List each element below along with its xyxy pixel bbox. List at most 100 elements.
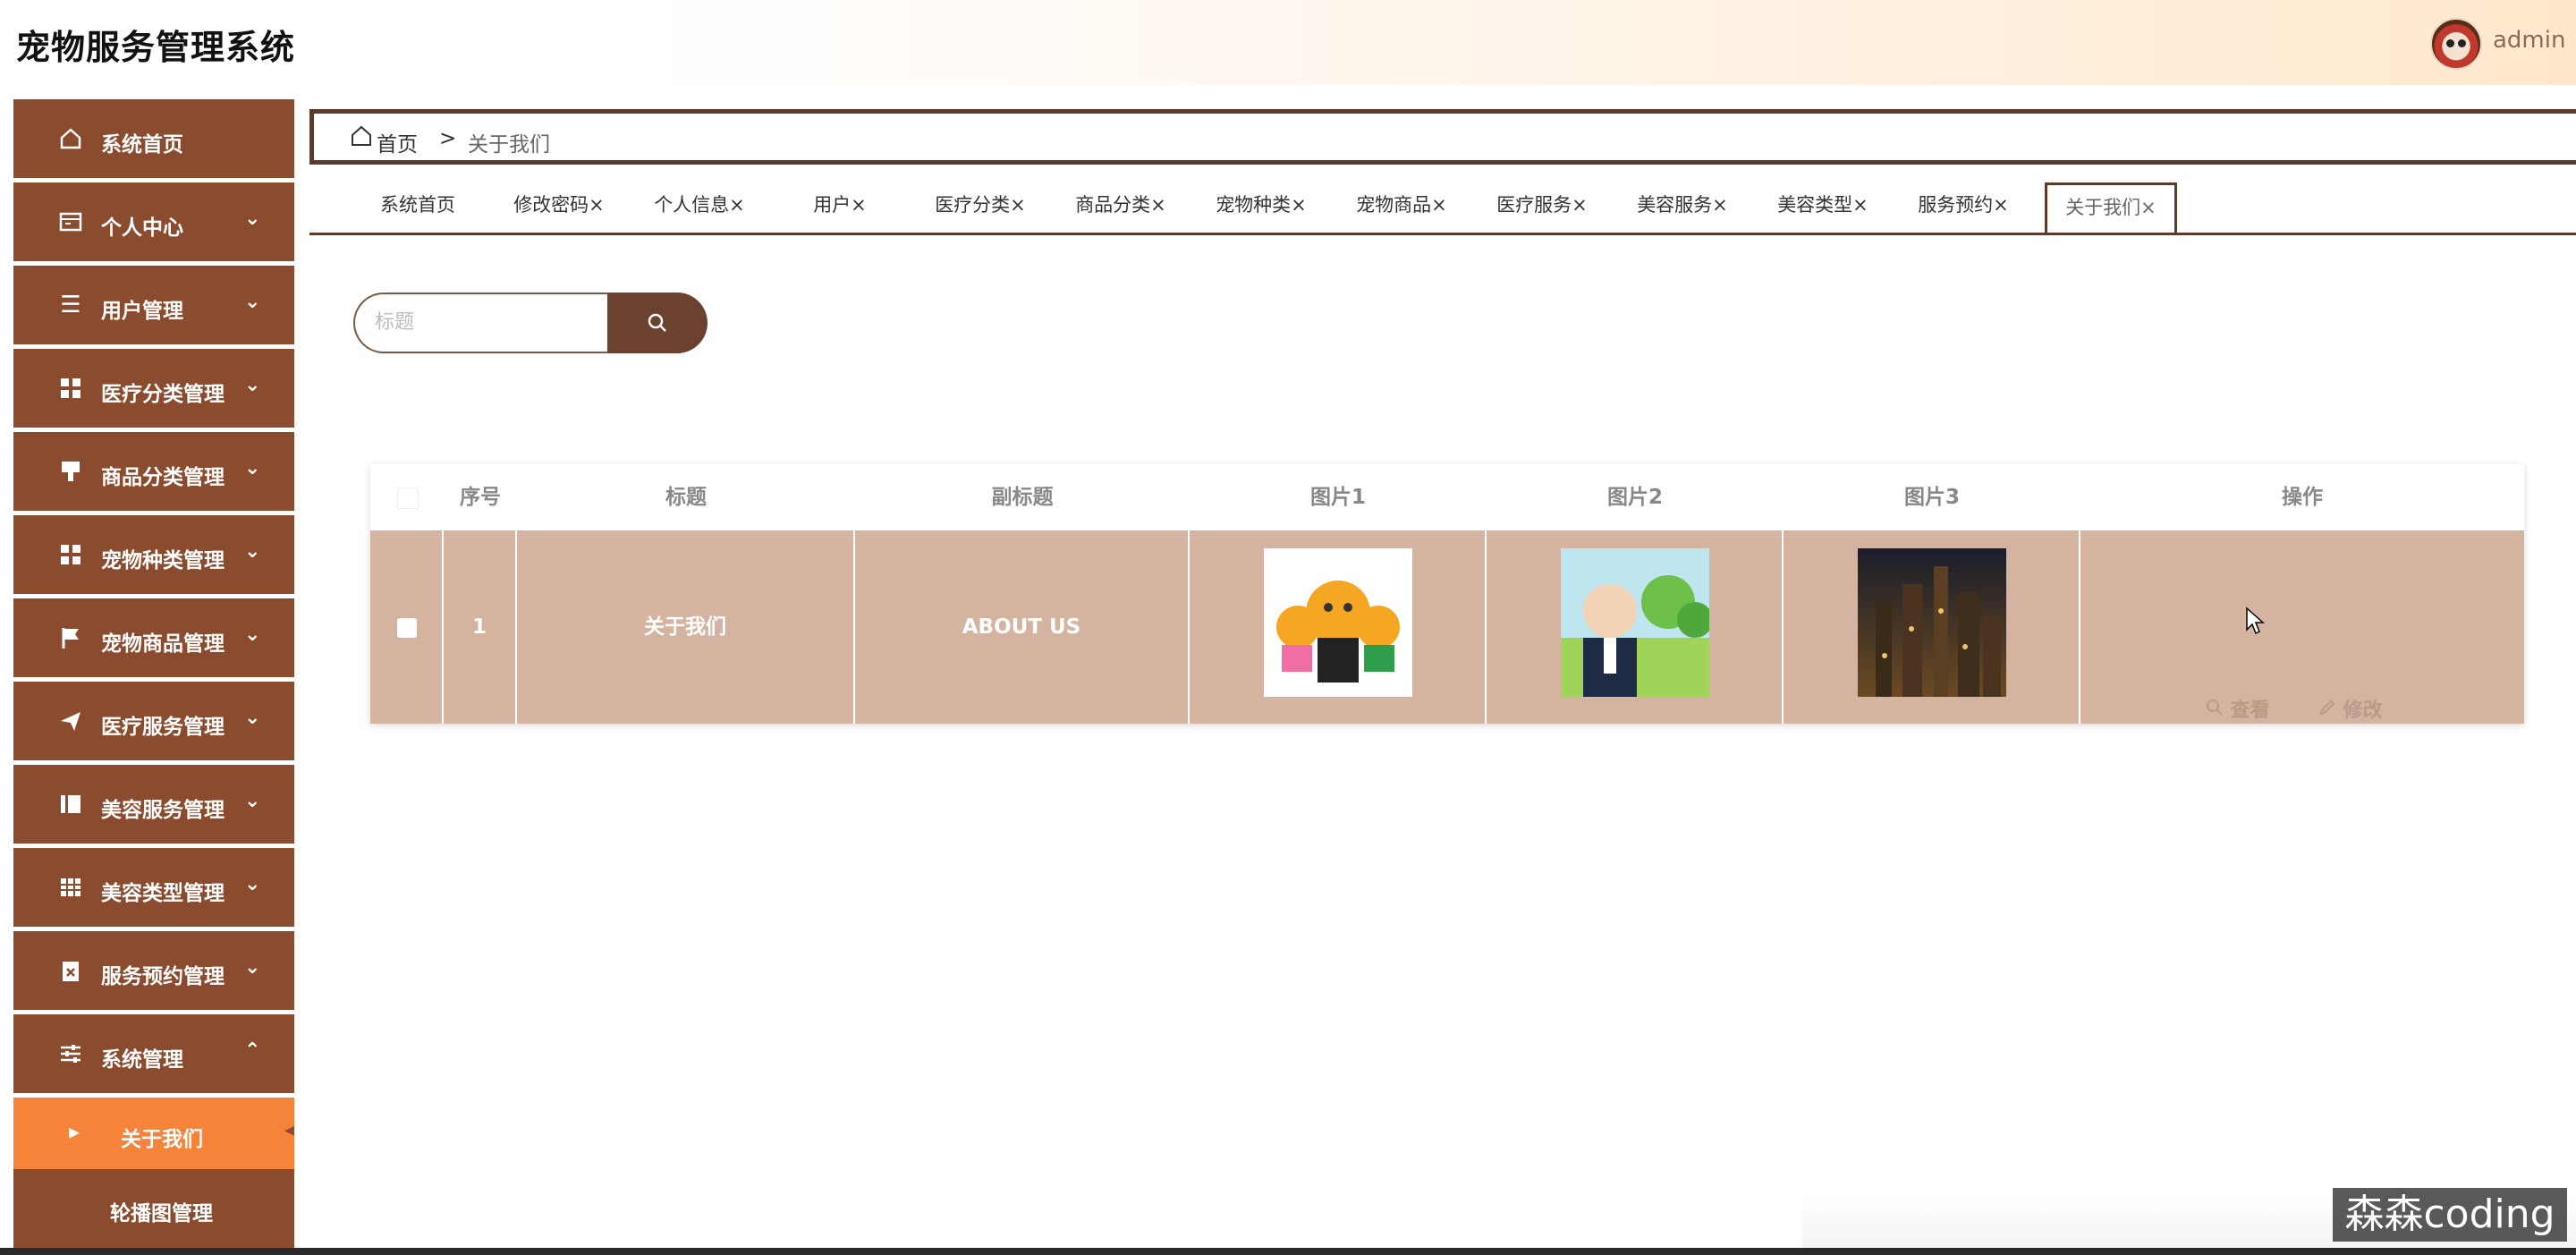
sidebar-item-personal-center[interactable]: 个人中心 ⌄	[13, 182, 294, 261]
tab-home[interactable]: 系统首页	[363, 182, 472, 227]
sidebar-item-goods-category[interactable]: 商品分类管理 ⌄	[13, 432, 294, 511]
tab-beauty-service[interactable]: 美容服务×	[1628, 182, 1737, 227]
column-header-index: 序号	[460, 486, 501, 509]
cell-actions: 查看 修改	[2080, 530, 2524, 724]
sidebar-item-system[interactable]: 系统管理 ⌃	[13, 1014, 294, 1093]
search-icon	[646, 311, 669, 338]
search-input[interactable]: 标题	[353, 293, 608, 353]
cell-image3	[1784, 530, 2080, 724]
watermark: 森森coding	[2333, 1188, 2567, 1242]
sidebar-item-medical-service[interactable]: 医疗服务管理 ⌄	[13, 682, 294, 760]
sidebar-subitem-label: 轮播图管理	[110, 1202, 213, 1225]
column-header-image2: 图片2	[1606, 486, 1663, 509]
breadcrumb-current: 关于我们	[468, 133, 550, 157]
sidebar-item-home[interactable]: 系统首页	[13, 99, 294, 178]
table-header: 序号 标题 副标题 图片1 图片2 图片3 操作	[370, 464, 2524, 530]
home-icon	[58, 126, 83, 151]
sidebar-item-label: 美容服务管理	[101, 799, 225, 822]
column-header-subtitle: 副标题	[991, 486, 1054, 509]
chevron-down-icon: ⌄	[244, 956, 261, 979]
tab-bar: 系统首页 修改密码× 个人信息× 用户× 医疗分类× 商品分类× 宠物种类× 宠…	[309, 179, 2576, 235]
tab-pet-species[interactable]: 宠物种类×	[1207, 182, 1316, 227]
sidebar-item-medical-category[interactable]: 医疗分类管理 ⌄	[13, 349, 294, 428]
breadcrumb-home[interactable]: 首页	[377, 127, 418, 157]
image2-thumbnail[interactable]	[1561, 548, 1713, 697]
grid-icon	[58, 376, 83, 401]
sidebar-item-label: 医疗分类管理	[101, 383, 225, 406]
mouse-cursor-icon	[2245, 606, 2267, 639]
sidebar-item-label: 系统管理	[101, 1048, 183, 1072]
chevron-down-icon: ⌄	[244, 540, 261, 563]
home-icon	[350, 124, 373, 154]
send-icon	[58, 708, 83, 733]
breadcrumb: 首页 > 关于我们	[309, 109, 2576, 165]
sidebar-item-pet-species[interactable]: 宠物种类管理 ⌄	[13, 515, 294, 594]
bottom-bar	[0, 1248, 2576, 1255]
sidebar-item-pet-goods[interactable]: 宠物商品管理 ⌄	[13, 598, 294, 677]
id-card-icon	[58, 209, 83, 234]
chevron-down-icon: ⌄	[244, 208, 261, 230]
row-checkbox[interactable]	[397, 618, 417, 638]
tab-change-password[interactable]: 修改密码×	[504, 182, 614, 227]
search-icon	[2206, 700, 2231, 722]
avatar-eye	[2446, 39, 2454, 47]
sidebar-item-label: 医疗服务管理	[101, 716, 225, 739]
sidebar-subitem-about-us[interactable]: ▸ 关于我们 ◂	[13, 1098, 294, 1169]
tab-medical-service[interactable]: 医疗服务×	[1487, 182, 1597, 227]
chevron-down-icon: ⌄	[244, 790, 261, 812]
flag-icon	[58, 625, 83, 650]
sidebar-item-beauty-service[interactable]: 美容服务管理 ⌄	[13, 765, 294, 844]
tab-personal-info[interactable]: 个人信息×	[645, 182, 754, 227]
pencil-icon	[2318, 700, 2343, 722]
row-select-cell	[370, 530, 444, 724]
sidebar-item-users[interactable]: ☰ 用户管理 ⌄	[13, 266, 294, 344]
sidebar-item-label: 个人中心	[101, 216, 183, 240]
sidebar-item-beauty-type[interactable]: 美容类型管理 ⌄	[13, 848, 294, 927]
cell-title: 关于我们	[517, 530, 855, 724]
sidebar-item-label: 系统首页	[101, 133, 183, 157]
sidebar: 系统首页 个人中心 ⌄ ☰ 用户管理 ⌄ 医疗分类管理 ⌄ 商品分类管理 ⌄ 宠…	[13, 99, 294, 1255]
tab-goods-category[interactable]: 商品分类×	[1066, 182, 1175, 227]
edit-button[interactable]: 修改	[2318, 615, 2383, 808]
table-row: 1 关于我们 ABOUT US 查看 修改	[370, 530, 2524, 724]
cell-image1	[1190, 530, 1487, 724]
tab-users[interactable]: 用户×	[785, 182, 894, 227]
edit-label: 修改	[2343, 700, 2383, 722]
tab-appointment[interactable]: 服务预约×	[1909, 182, 2018, 227]
chevron-down-icon: ⌄	[244, 457, 261, 479]
caret-right-icon: ▸	[69, 1119, 80, 1144]
tab-pet-goods[interactable]: 宠物商品×	[1347, 182, 1456, 227]
cell-image2	[1487, 530, 1784, 724]
table-icon	[58, 875, 83, 900]
list-icon: ☰	[60, 292, 81, 318]
column-header-image3: 图片3	[1903, 486, 1960, 509]
view-label: 查看	[2230, 700, 2270, 722]
view-button[interactable]: 查看	[2206, 615, 2270, 808]
image1-thumbnail[interactable]	[1264, 548, 1412, 697]
active-indicator-icon: ◂	[284, 1119, 294, 1141]
cell-index: 1	[444, 530, 517, 724]
sidebar-subitem-carousel[interactable]: 轮播图管理	[13, 1169, 294, 1255]
sidebar-item-label: 宠物商品管理	[101, 632, 225, 656]
sliders-icon	[58, 1041, 83, 1066]
chevron-up-icon: ⌃	[244, 1039, 261, 1062]
sidebar-item-label: 服务预约管理	[101, 965, 225, 988]
sidebar-item-label: 用户管理	[101, 300, 183, 323]
column-header-image1: 图片1	[1309, 486, 1366, 509]
avatar[interactable]	[2430, 18, 2482, 70]
cell-subtitle: ABOUT US	[855, 530, 1190, 724]
tab-medical-category[interactable]: 医疗分类×	[926, 182, 1035, 227]
tab-about-us[interactable]: 关于我们×	[2045, 182, 2177, 233]
username[interactable]: admin	[2493, 27, 2565, 54]
search-button[interactable]	[607, 293, 708, 353]
sidebar-subitem-label: 关于我们	[121, 1128, 203, 1151]
chevron-down-icon: ⌄	[244, 623, 261, 646]
tab-beauty-type[interactable]: 美容类型×	[1768, 182, 1877, 227]
avatar-eye	[2458, 39, 2466, 47]
image3-thumbnail[interactable]	[1858, 548, 2006, 697]
book-icon	[58, 792, 83, 817]
sidebar-item-appointment[interactable]: 服务预约管理 ⌄	[13, 931, 294, 1010]
brush-icon	[58, 459, 83, 484]
chevron-down-icon: ⌄	[244, 291, 261, 313]
select-all-checkbox[interactable]	[397, 488, 419, 509]
